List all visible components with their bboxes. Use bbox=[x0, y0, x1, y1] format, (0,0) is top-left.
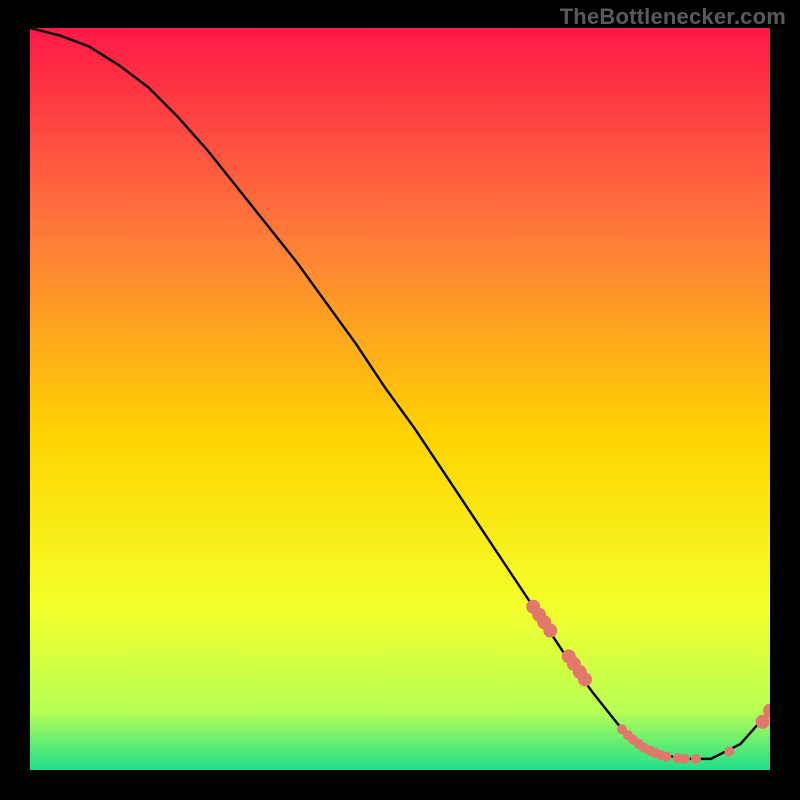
data-point bbox=[578, 672, 592, 686]
watermark-label: TheBottlenecker.com bbox=[560, 4, 786, 30]
plot-area bbox=[30, 28, 770, 770]
bottleneck-chart bbox=[30, 28, 770, 770]
data-point bbox=[691, 754, 701, 764]
data-point bbox=[661, 752, 671, 762]
chart-frame: TheBottlenecker.com bbox=[0, 0, 800, 800]
data-point bbox=[680, 754, 690, 764]
data-point bbox=[543, 624, 557, 638]
plot-background bbox=[30, 28, 770, 770]
data-point bbox=[724, 746, 734, 756]
